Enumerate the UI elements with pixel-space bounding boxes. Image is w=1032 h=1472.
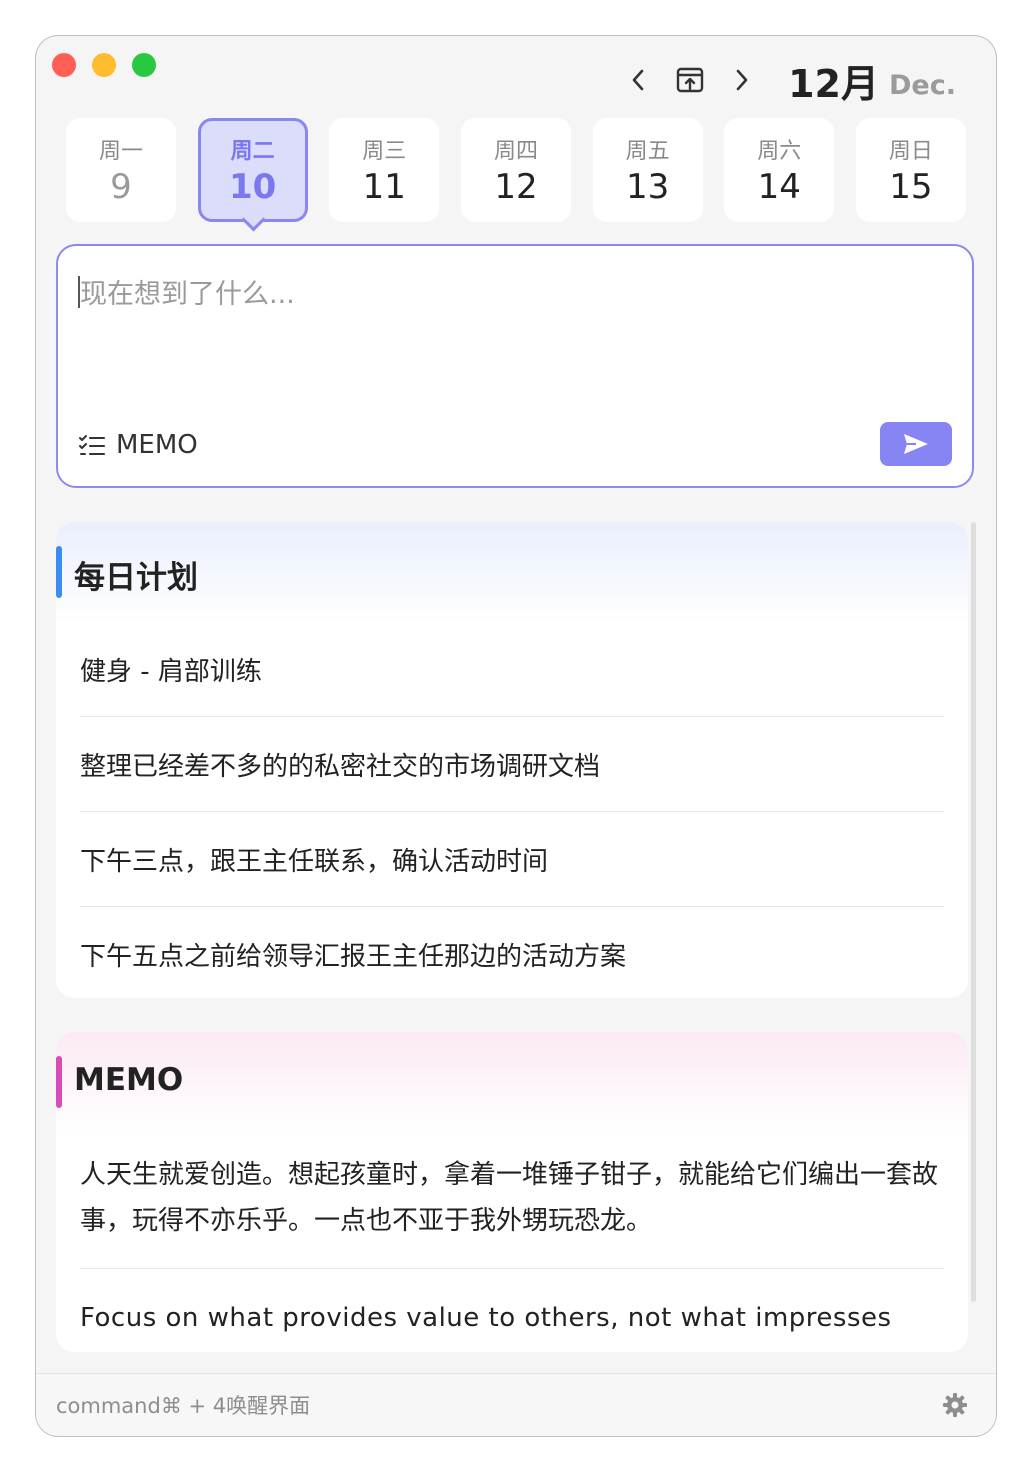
checklist-icon <box>79 435 105 455</box>
memo-title: MEMO <box>74 1062 184 1098</box>
send-button[interactable] <box>880 422 952 466</box>
app-window: 12月 Dec. 周一 9 周二 10 周三 11 周四 12 周五 13 周六… <box>36 36 996 1436</box>
gear-icon <box>943 1393 967 1417</box>
memo-accent-bar <box>56 1056 62 1108</box>
day-name: 周六 <box>757 139 802 164</box>
note-input[interactable]: 现在想到了什么... MEMO <box>56 244 974 488</box>
minimize-window-button[interactable] <box>92 53 116 77</box>
memo-type-selector[interactable]: MEMO <box>78 430 198 460</box>
month-english-label: Dec. <box>889 69 956 101</box>
plan-item[interactable]: 整理已经差不多的的私密社交的市场调研文档 <box>80 717 944 812</box>
day-tuesday[interactable]: 周二 10 <box>197 118 308 222</box>
month-navigation: 12月 Dec. <box>612 54 956 106</box>
day-monday[interactable]: 周一 9 <box>66 118 176 222</box>
chevron-right-icon <box>736 69 748 91</box>
chevron-left-icon <box>632 69 644 91</box>
day-number: 14 <box>757 167 801 207</box>
day-name: 周五 <box>625 139 670 164</box>
day-name: 周二 <box>230 139 275 164</box>
footer-bar: command⌘ + 4唤醒界面 <box>36 1373 996 1436</box>
day-number: 9 <box>110 167 132 207</box>
week-strip: 周一 9 周二 10 周三 11 周四 12 周五 13 周六 14 周日 15 <box>66 118 966 222</box>
plan-item[interactable]: 下午三点，跟王主任联系，确认活动时间 <box>80 812 944 907</box>
shortcut-hint: command⌘ + 4唤醒界面 <box>56 1394 311 1418</box>
memo-item[interactable]: 人天生就爱创造。想起孩童时，拿着一堆锤子钳子，就能给它们编出一套故事，玩得不亦乐… <box>80 1132 944 1269</box>
day-number: 13 <box>625 167 670 207</box>
send-icon <box>904 434 928 454</box>
plan-item[interactable]: 健身 - 肩部训练 <box>80 622 944 717</box>
daily-plan-header: 每日计划 <box>56 522 968 622</box>
previous-week-button[interactable] <box>612 60 664 100</box>
settings-button[interactable] <box>942 1392 968 1422</box>
next-week-button[interactable] <box>716 60 768 100</box>
today-button[interactable] <box>664 60 716 100</box>
day-number: 15 <box>889 167 933 207</box>
day-number: 10 <box>228 167 277 207</box>
memo-item[interactable]: Focus on what provides value to others, … <box>80 1269 944 1352</box>
month-label: 12月 <box>788 61 879 106</box>
memo-header: MEMO <box>56 1032 968 1132</box>
scrollbar[interactable] <box>971 522 976 1302</box>
day-friday[interactable]: 周五 13 <box>592 118 703 222</box>
memo-type-label: MEMO <box>116 430 198 460</box>
zoom-window-button[interactable] <box>132 53 156 77</box>
day-saturday[interactable]: 周六 14 <box>724 118 835 222</box>
day-number: 12 <box>494 167 538 207</box>
day-number: 11 <box>362 167 406 207</box>
note-input-placeholder: 现在想到了什么... <box>80 279 295 310</box>
day-name: 周三 <box>362 139 407 164</box>
calendar-today-icon <box>676 67 704 93</box>
day-name: 周四 <box>493 139 538 164</box>
day-name: 周日 <box>888 139 933 164</box>
day-name: 周一 <box>98 139 143 164</box>
daily-plan-title: 每日计划 <box>74 560 198 596</box>
day-thursday[interactable]: 周四 12 <box>460 118 571 222</box>
daily-plan-card: 每日计划 健身 - 肩部训练 整理已经差不多的的私密社交的市场调研文档 下午三点… <box>56 522 968 998</box>
plan-accent-bar <box>56 546 62 598</box>
plan-item[interactable]: 下午五点之前给领导汇报王主任那边的活动方案 <box>80 907 944 998</box>
day-sunday[interactable]: 周日 15 <box>855 118 966 222</box>
close-window-button[interactable] <box>52 53 76 77</box>
day-wednesday[interactable]: 周三 11 <box>329 118 440 222</box>
memo-card: MEMO 人天生就爱创造。想起孩童时，拿着一堆锤子钳子，就能给它们编出一套故事，… <box>56 1032 968 1352</box>
